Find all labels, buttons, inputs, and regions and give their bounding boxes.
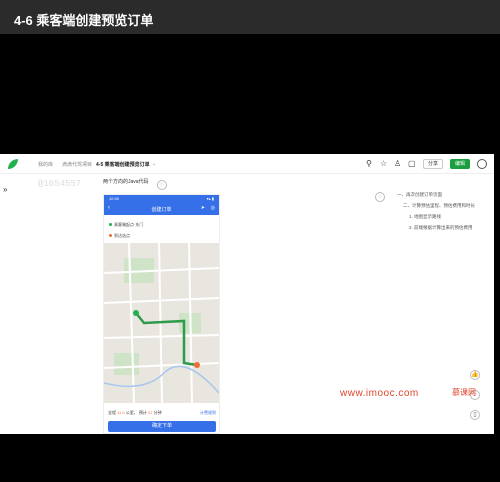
outline-item[interactable]: 二、计算预估里程、预估费用和时长	[393, 203, 493, 209]
comment-icon[interactable]: ◌	[157, 180, 167, 190]
locate-icon: ➤	[200, 205, 205, 211]
share-button[interactable]: 分享	[423, 159, 443, 169]
video-player[interactable]: 我的库 滴滴代驾项目 ⌄ 4-5 乘客端创建预览订单 ⌄ ⚲ ☆ ♙ ▢ 分享 …	[0, 34, 500, 482]
star-icon[interactable]: ☆	[380, 159, 387, 168]
breadcrumb-project[interactable]: 滴滴代驾项目	[62, 161, 92, 168]
expand-sidebar-icon[interactable]: »	[3, 185, 7, 194]
book-icon[interactable]: ▢	[408, 159, 416, 168]
user-icon[interactable]: ♙	[394, 159, 401, 168]
duration-value: 22	[148, 410, 153, 415]
edit-button[interactable]: 编辑	[450, 159, 470, 169]
phone-screenshot: 10:30 ▾▴ ▮ ‹ 创建订单 ➤ ◎ 乘客端起点·东门 到达站点 全程 1…	[103, 194, 220, 434]
breadcrumb-library[interactable]: 我的库	[38, 161, 53, 168]
video-title: 4-6 乘客端创建预览订单	[14, 13, 154, 28]
outline-panel: 一、再次创建订单页面 二、计算预估里程、预估费用和时长 1. 地图显示路线 2.…	[393, 192, 493, 236]
document-page: 我的库 滴滴代驾项目 ⌄ 4-5 乘客端创建预览订单 ⌄ ⚲ ☆ ♙ ▢ 分享 …	[0, 154, 494, 434]
doc-toolbar: 我的库 滴滴代驾项目 ⌄ 4-5 乘客端创建预览订单 ⌄ ⚲ ☆ ♙ ▢ 分享 …	[0, 154, 494, 174]
site-watermark: www.imooc.com	[340, 388, 419, 399]
user-watermark: @1054557	[38, 179, 82, 189]
chevron-down-icon[interactable]: ⌄	[152, 161, 156, 167]
start-dot-icon	[109, 223, 112, 226]
signal-battery-icon: ▾▴ ▮	[206, 196, 214, 201]
end-point: 到达站点	[109, 233, 130, 239]
search-icon[interactable]: ⚲	[366, 159, 372, 168]
status-time: 10:30	[109, 196, 120, 201]
outline-item[interactable]: 2. 前端根据计算出来的预估费用	[393, 225, 493, 231]
phone-status-bar: 10:30 ▾▴ ▮	[104, 195, 219, 203]
fee-rule-link[interactable]: 计费规则	[200, 410, 216, 416]
phone-nav-bar: ‹ 创建订单 ➤ ◎	[104, 203, 219, 215]
confirm-order-button[interactable]: 确定下单	[108, 421, 216, 432]
distance-value: 11.0	[117, 410, 125, 415]
phone-icon[interactable]: ▯	[470, 410, 480, 420]
like-icon[interactable]: 👍	[470, 370, 480, 380]
video-title-bar: 4-6 乘客端创建预览订单	[0, 0, 500, 34]
route-map	[104, 243, 219, 403]
end-marker	[194, 362, 200, 368]
breadcrumb-current[interactable]: 4-5 乘客端创建预览订单	[96, 161, 150, 168]
price-estimate: 全程 11.0 公里， 预计 22 分钟	[108, 410, 162, 415]
target-icon: ◎	[210, 205, 215, 211]
outline-toggle-icon[interactable]: ◌	[375, 192, 385, 202]
outline-item[interactable]: 1. 地图显示路线	[393, 214, 493, 220]
imooc-logo: 慕课网	[452, 388, 476, 397]
outline-item[interactable]: 一、再次创建订单页面	[393, 192, 493, 198]
chevron-down-icon[interactable]: ⌄	[83, 161, 87, 167]
end-dot-icon	[109, 234, 112, 237]
start-marker	[133, 310, 139, 316]
start-point: 乘客端起点·东门	[109, 222, 143, 228]
app-logo-icon[interactable]	[8, 159, 18, 169]
doc-heading: 两个方向的Java代码	[103, 179, 149, 185]
avatar[interactable]	[477, 159, 487, 169]
